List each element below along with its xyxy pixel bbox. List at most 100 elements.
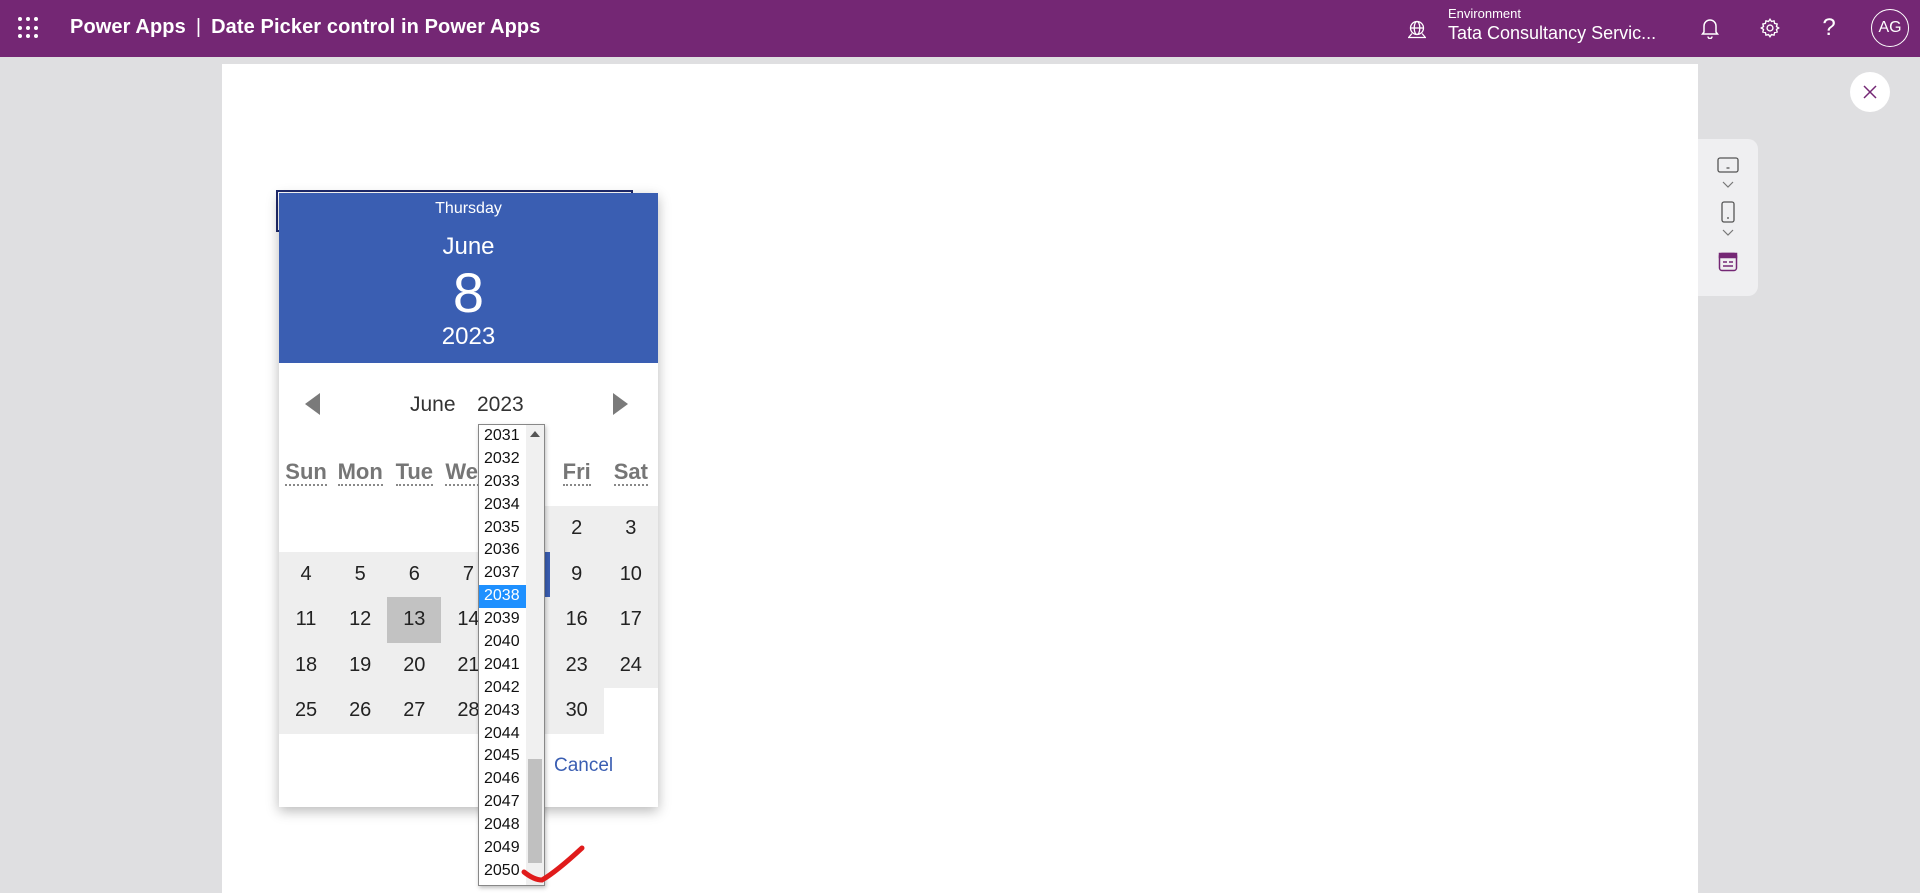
- calendar-day[interactable]: 26: [333, 688, 388, 734]
- calendar-day-label: 9: [571, 562, 583, 585]
- help-button[interactable]: ?: [1813, 12, 1845, 44]
- top-bar: Power Apps | Date Picker control in Power …: [0, 0, 1920, 57]
- calendar-grid: 1234567891011121314151617181920212223242…: [279, 506, 658, 734]
- month-selector[interactable]: June: [410, 393, 456, 417]
- calendar-day-label: 18: [294, 653, 318, 676]
- waffle-icon[interactable]: [18, 17, 40, 39]
- calendar-day[interactable]: 20: [387, 642, 442, 688]
- calendar-day[interactable]: 17: [603, 597, 658, 643]
- tablet-view-button[interactable]: [1713, 157, 1743, 173]
- year-option[interactable]: 2041: [479, 654, 527, 677]
- calendar-day-label: 19: [349, 653, 372, 676]
- calendar-week-row: 123: [279, 506, 658, 552]
- device-side-panel: [1698, 139, 1758, 296]
- calendar-week-row: 11121314151617: [279, 597, 658, 643]
- cancel-button[interactable]: Cancel: [554, 755, 613, 777]
- year-option[interactable]: 2036: [479, 539, 527, 562]
- help-icon: ?: [1822, 14, 1836, 41]
- phone-options-button[interactable]: [1713, 229, 1743, 237]
- year-option[interactable]: 2038: [479, 585, 527, 609]
- year-option[interactable]: 2035: [479, 517, 527, 540]
- calendar-day[interactable]: 12: [333, 597, 388, 643]
- calendar-day[interactable]: 3: [603, 506, 658, 552]
- weekday-label: Sat: [613, 459, 648, 486]
- year-option[interactable]: 2044: [479, 723, 527, 746]
- calendar-day-label: 20: [403, 653, 426, 676]
- year-option[interactable]: 2042: [479, 677, 527, 700]
- calendar-day[interactable]: 10: [603, 551, 658, 597]
- calendar-day[interactable]: 19: [333, 642, 388, 688]
- fit-to-window-button[interactable]: [1713, 252, 1743, 272]
- calendar-day-label: 10: [619, 562, 642, 585]
- calendar-empty-cell: [279, 506, 334, 552]
- environment-value: Tata Consultancy Servic...: [1448, 23, 1657, 43]
- calendar-day-label: 13: [403, 608, 426, 631]
- weekday-label: Sun: [285, 459, 327, 486]
- calendar-day-label: 27: [403, 699, 426, 722]
- calendar-day[interactable]: 5: [333, 551, 388, 597]
- calendar-day[interactable]: 27: [387, 688, 442, 734]
- year-option[interactable]: 2033: [479, 471, 527, 494]
- year-option[interactable]: 2032: [479, 448, 527, 471]
- calendar-day-label: 26: [349, 699, 372, 722]
- calendar-day[interactable]: 9: [549, 551, 604, 597]
- year-option[interactable]: 2031: [479, 425, 527, 448]
- year-list-scrollbar[interactable]: [526, 425, 544, 885]
- header-year: 2023: [441, 323, 496, 350]
- header-weekday: Thursday: [435, 200, 502, 217]
- calendar-day-label: 28: [457, 699, 480, 722]
- calendar-day-label: 17: [619, 608, 642, 631]
- calendar-view-icon: [1718, 252, 1738, 272]
- environment-icon: [1408, 20, 1426, 39]
- next-month-icon[interactable]: [613, 393, 628, 415]
- picker-header: Thursday June 8 2023: [279, 193, 658, 363]
- calendar-day-label: 25: [294, 699, 318, 722]
- year-selector[interactable]: 2023: [477, 393, 524, 417]
- calendar-day-label: 21: [457, 653, 480, 676]
- scroll-up-arrow-icon[interactable]: [530, 431, 540, 437]
- chevron-down-icon: [1722, 181, 1734, 188]
- checkmark-annotation-icon: [521, 845, 585, 883]
- weekday-header-row: Sun Mon Tue Wed Thu Fri Sat: [279, 459, 658, 489]
- avatar-initials: AG: [1878, 19, 1902, 36]
- year-option[interactable]: 2048: [479, 814, 527, 837]
- notifications-button[interactable]: [1694, 12, 1726, 44]
- calendar-day[interactable]: 25: [279, 688, 334, 734]
- previous-month-icon[interactable]: [305, 393, 320, 415]
- calendar-week-row: 252627282930: [279, 688, 658, 734]
- header-month: June: [442, 233, 495, 260]
- calendar-day[interactable]: 30: [549, 688, 604, 734]
- close-preview-button[interactable]: [1850, 72, 1890, 112]
- year-option[interactable]: 2046: [479, 768, 527, 791]
- calendar-day[interactable]: 16: [549, 597, 604, 643]
- year-option[interactable]: 2039: [479, 608, 527, 631]
- calendar-day[interactable]: 11: [279, 597, 334, 643]
- calendar-day-label: 3: [625, 517, 637, 540]
- year-option[interactable]: 2034: [479, 494, 527, 517]
- calendar-day[interactable]: 6: [387, 551, 442, 597]
- calendar-day[interactable]: 18: [279, 642, 334, 688]
- calendar-day[interactable]: 4: [279, 551, 334, 597]
- calendar-week-row: 18192021222324: [279, 642, 658, 688]
- app-name[interactable]: Power Apps: [70, 16, 186, 38]
- avatar[interactable]: AG: [1871, 9, 1909, 47]
- settings-button[interactable]: [1754, 12, 1786, 44]
- year-option[interactable]: 2037: [479, 562, 527, 585]
- page-title: Date Picker control in Power Apps: [211, 16, 541, 38]
- calendar-day-label: 11: [295, 608, 317, 631]
- year-option[interactable]: 2047: [479, 791, 527, 814]
- year-option[interactable]: 2043: [479, 700, 527, 723]
- calendar-day[interactable]: 24: [603, 642, 658, 688]
- calendar-day[interactable]: 2: [549, 506, 604, 552]
- calendar-empty-cell: [333, 506, 388, 552]
- calendar-day[interactable]: 23: [549, 642, 604, 688]
- calendar-day-label: 7: [462, 562, 474, 585]
- year-option[interactable]: 2040: [479, 631, 527, 654]
- year-option[interactable]: 2045: [479, 745, 527, 768]
- calendar-empty-cell: [387, 506, 442, 552]
- calendar-day-label: 5: [354, 562, 366, 585]
- phone-view-button[interactable]: [1713, 201, 1743, 223]
- calendar-day[interactable]: 13: [387, 597, 442, 643]
- tablet-options-button[interactable]: [1713, 181, 1743, 189]
- year-dropdown-list[interactable]: 2031 2032 2033 2034 2035 2036 2037 2038 2039 2040…: [478, 424, 545, 886]
